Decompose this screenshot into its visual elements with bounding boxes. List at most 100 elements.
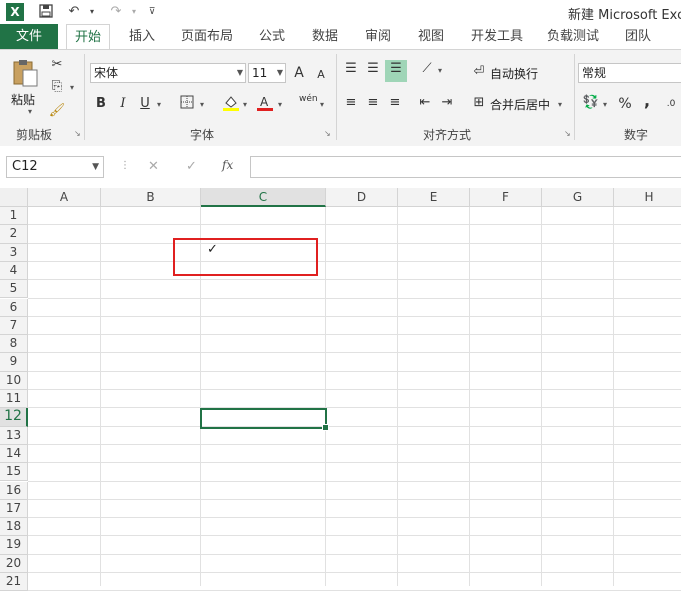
- row-header-14[interactable]: 14: [0, 444, 28, 464]
- tab-file[interactable]: 文件: [0, 24, 58, 49]
- accounting-format-icon[interactable]: 💱: [582, 94, 600, 112]
- orientation-dropdown-icon[interactable]: ▾: [438, 66, 442, 75]
- increase-decimal-icon[interactable]: .0: [662, 95, 680, 113]
- undo-dropdown-icon[interactable]: ▾: [84, 4, 100, 20]
- copy-dropdown-icon[interactable]: ▾: [70, 83, 74, 92]
- align-top-icon[interactable]: ☰: [342, 60, 360, 78]
- row-header-20[interactable]: 20: [0, 554, 28, 573]
- cancel-icon[interactable]: ✕: [148, 159, 159, 174]
- phonetic-icon[interactable]: wén: [299, 94, 318, 104]
- font-launcher-icon[interactable]: ↘: [324, 130, 332, 138]
- tab-view[interactable]: 视图: [418, 24, 444, 49]
- row-header-15[interactable]: 15: [0, 463, 28, 482]
- clipboard-launcher-icon[interactable]: ↘: [74, 130, 82, 138]
- column-header-a[interactable]: A: [28, 188, 101, 207]
- row-header-10[interactable]: 10: [0, 371, 28, 390]
- row-header-19[interactable]: 19: [0, 536, 28, 555]
- borders-icon[interactable]: [178, 95, 196, 113]
- comma-button[interactable]: ,: [638, 92, 656, 110]
- alignment-launcher-icon[interactable]: ↘: [564, 130, 572, 138]
- column-header-d[interactable]: D: [326, 188, 398, 207]
- column-header-h[interactable]: H: [614, 188, 681, 207]
- row-header-8[interactable]: 8: [0, 335, 28, 354]
- tab-review[interactable]: 审阅: [365, 24, 391, 49]
- row-header-17[interactable]: 17: [0, 499, 28, 519]
- align-center-icon[interactable]: ≡: [364, 94, 382, 112]
- font-size-combo[interactable]: 11 ▼: [248, 63, 286, 83]
- number-format-combo[interactable]: 常规: [578, 63, 681, 83]
- align-middle-icon[interactable]: ☰: [364, 60, 382, 78]
- align-right-icon[interactable]: ≡: [386, 94, 404, 112]
- font-name-combo[interactable]: 宋体 ▼: [90, 63, 246, 83]
- redo-icon[interactable]: ↷: [108, 4, 124, 20]
- fill-color-dropdown-icon[interactable]: ▾: [243, 100, 247, 109]
- increase-indent-icon[interactable]: ⇥: [438, 94, 456, 112]
- tab-developer[interactable]: 开发工具: [471, 24, 523, 49]
- phonetic-dropdown-icon[interactable]: ▾: [320, 100, 324, 109]
- percent-button[interactable]: %: [616, 95, 634, 113]
- column-header-c[interactable]: C: [201, 188, 326, 207]
- tab-load-test[interactable]: 负载测试: [547, 24, 599, 49]
- active-cell-c12[interactable]: [200, 408, 327, 429]
- row-header-9[interactable]: 9: [0, 353, 28, 372]
- column-header-e[interactable]: E: [398, 188, 470, 207]
- column-header-b[interactable]: B: [101, 188, 201, 207]
- decrease-indent-icon[interactable]: ⇤: [416, 94, 434, 112]
- grow-font-icon[interactable]: A: [290, 64, 308, 82]
- merge-center-button[interactable]: 合并后居中: [490, 96, 550, 113]
- fill-handle[interactable]: [322, 424, 329, 431]
- formula-input[interactable]: [250, 156, 681, 178]
- font-color-icon[interactable]: A: [256, 94, 274, 112]
- paste-dropdown-icon[interactable]: ▾: [28, 107, 32, 116]
- align-bottom-icon[interactable]: ☰: [385, 60, 407, 82]
- row-header-12[interactable]: 12: [0, 408, 28, 427]
- tab-insert[interactable]: 插入: [129, 24, 155, 49]
- customize-icon[interactable]: ⊽: [144, 4, 160, 20]
- select-all-corner[interactable]: [0, 188, 28, 207]
- insert-function-icon[interactable]: fx: [222, 158, 233, 172]
- tab-home[interactable]: 开始: [66, 24, 111, 50]
- row-header-11[interactable]: 11: [0, 390, 28, 409]
- row-header-3[interactable]: 3: [0, 243, 28, 262]
- cut-icon[interactable]: ✂: [48, 56, 66, 74]
- row-header-2[interactable]: 2: [0, 225, 28, 244]
- row-header-4[interactable]: 4: [0, 261, 28, 281]
- save-icon[interactable]: [38, 4, 54, 20]
- merge-dropdown-icon[interactable]: ▾: [558, 100, 562, 109]
- undo-icon[interactable]: ↶: [66, 4, 82, 20]
- row-header-16[interactable]: 16: [0, 481, 28, 500]
- bold-button[interactable]: B: [92, 95, 110, 113]
- row-header-1[interactable]: 1: [0, 207, 28, 226]
- row-header-6[interactable]: 6: [0, 298, 28, 317]
- tab-formulas[interactable]: 公式: [259, 24, 285, 49]
- tab-page-layout[interactable]: 页面布局: [181, 24, 233, 49]
- row-header-18[interactable]: 18: [0, 518, 28, 537]
- italic-button[interactable]: I: [114, 95, 132, 113]
- underline-dropdown-icon[interactable]: ▾: [157, 100, 161, 109]
- row-header-13[interactable]: 13: [0, 426, 28, 445]
- copy-icon[interactable]: ⎘: [48, 78, 66, 96]
- borders-dropdown-icon[interactable]: ▾: [200, 100, 204, 109]
- merge-center-icon[interactable]: ⊞: [470, 94, 488, 112]
- name-box[interactable]: C12 ▼: [6, 156, 104, 178]
- tab-team[interactable]: 团队: [625, 24, 651, 49]
- align-left-icon[interactable]: ≡: [342, 94, 360, 112]
- shrink-font-icon[interactable]: A: [312, 66, 330, 84]
- wrap-text-button[interactable]: 自动换行: [490, 65, 538, 82]
- format-painter-icon[interactable]: 🖌: [48, 102, 66, 120]
- paste-button-label[interactable]: 粘贴: [11, 91, 35, 108]
- row-header-5[interactable]: 5: [0, 280, 28, 299]
- enter-icon[interactable]: ✓: [186, 159, 197, 174]
- redo-dropdown-icon[interactable]: ▾: [126, 4, 142, 20]
- row-header-7[interactable]: 7: [0, 316, 28, 336]
- wrap-text-icon[interactable]: ⏎: [470, 63, 488, 81]
- accounting-dropdown-icon[interactable]: ▾: [603, 100, 607, 109]
- underline-button[interactable]: U: [136, 95, 154, 113]
- tab-data[interactable]: 数据: [312, 24, 338, 49]
- font-color-dropdown-icon[interactable]: ▾: [278, 100, 282, 109]
- orientation-icon[interactable]: ⟋: [418, 60, 436, 78]
- column-header-f[interactable]: F: [470, 188, 542, 207]
- column-header-g[interactable]: G: [542, 188, 614, 207]
- paste-icon[interactable]: [10, 58, 40, 88]
- row-header-21[interactable]: 21: [0, 573, 28, 591]
